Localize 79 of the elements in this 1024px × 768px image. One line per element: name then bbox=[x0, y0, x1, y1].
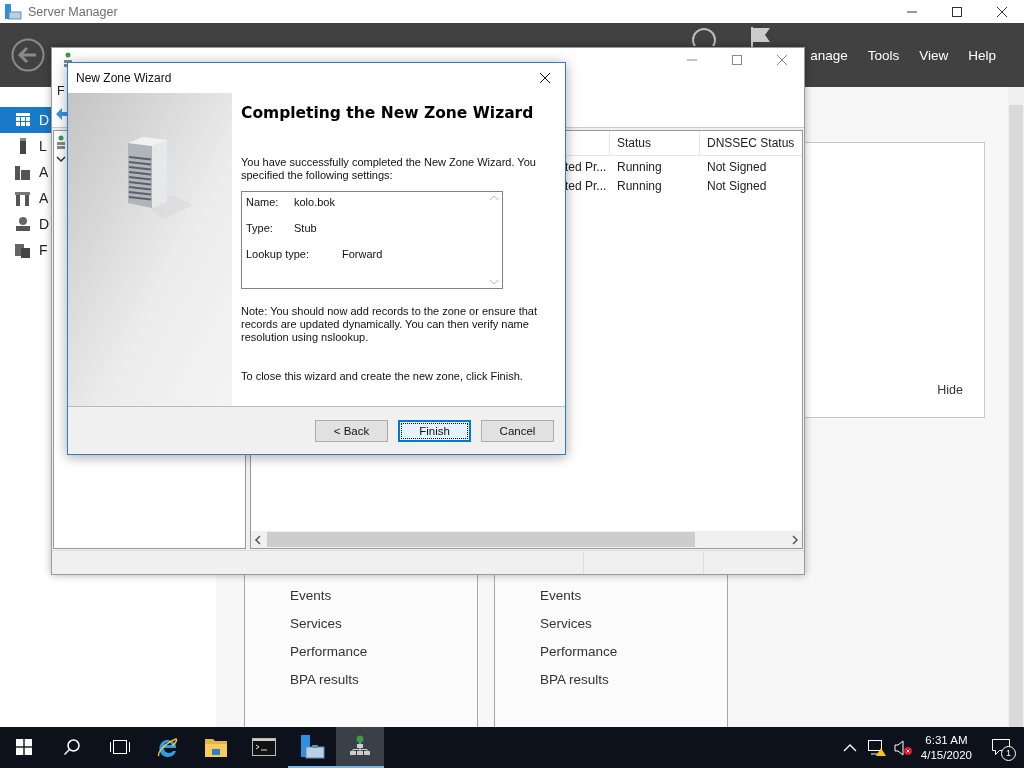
sidebar-item[interactable]: L bbox=[0, 133, 51, 159]
horizontal-scrollbar[interactable] bbox=[251, 531, 802, 548]
network-warning-icon[interactable] bbox=[866, 738, 887, 757]
speech-bubble-icon[interactable] bbox=[991, 738, 1011, 756]
sidebar-icon bbox=[15, 216, 31, 232]
vertical-scrollbar[interactable] bbox=[1008, 87, 1024, 727]
sidebar-item[interactable]: A bbox=[0, 185, 51, 211]
sidebar-item[interactable]: F bbox=[0, 237, 51, 263]
setting-label: Lookup type: bbox=[246, 248, 310, 261]
column-header[interactable]: Status bbox=[609, 131, 699, 155]
sidebar-icon bbox=[15, 242, 31, 258]
menu-item[interactable]: anage bbox=[810, 47, 848, 63]
menu-item[interactable]: Help bbox=[968, 47, 996, 63]
expand-chevron-icon[interactable] bbox=[56, 155, 66, 163]
sidebar-label: D bbox=[39, 216, 50, 232]
table-cell-text: ted Pr... bbox=[564, 178, 608, 195]
close-icon[interactable] bbox=[539, 72, 551, 84]
menu-item[interactable]: Tools bbox=[867, 47, 900, 63]
tile-link[interactable]: BPA results bbox=[290, 671, 477, 689]
tile-link[interactable]: Performance bbox=[290, 643, 477, 661]
dialog-title: New Zone Wizard bbox=[76, 71, 172, 85]
note-text: Note: You should now add records to the zone or ensure that records are updated dynamically. You can then verify name resolution using nslookup. bbox=[241, 305, 538, 344]
taskbar-app[interactable] bbox=[336, 727, 384, 768]
tile-link[interactable]: Services bbox=[290, 615, 477, 633]
task-view-icon[interactable] bbox=[109, 738, 131, 755]
tile-link[interactable]: BPA results bbox=[540, 671, 727, 689]
clock[interactable]: 6:31 AM 4/15/2020 bbox=[912, 732, 980, 763]
sidebar-label: A bbox=[39, 190, 49, 206]
setting-label: Name: bbox=[246, 196, 280, 209]
chevron-up-icon[interactable] bbox=[842, 742, 857, 753]
volume-muted-icon[interactable] bbox=[892, 738, 913, 757]
sidebar-item[interactable]: D bbox=[0, 211, 51, 237]
sidebar-item[interactable]: D bbox=[0, 107, 51, 133]
sidebar-label: A bbox=[39, 164, 49, 180]
tile-link[interactable]: Performance bbox=[540, 643, 727, 661]
table-cell-text: Running bbox=[616, 178, 663, 195]
server-manager-icon bbox=[4, 3, 22, 20]
tile-link[interactable]: Events bbox=[290, 587, 477, 605]
hide-link[interactable]: Hide bbox=[937, 383, 963, 397]
refresh-icon[interactable] bbox=[690, 26, 718, 46]
menu-item[interactable]: View bbox=[919, 47, 949, 63]
clock-time: 6:31 AM bbox=[925, 732, 968, 748]
sidebar-icon bbox=[15, 164, 31, 180]
maximize-icon[interactable] bbox=[950, 5, 963, 18]
tile-link[interactable]: Events bbox=[540, 587, 727, 605]
back-button[interactable] bbox=[11, 38, 45, 72]
setting-value: kolo.bok bbox=[294, 196, 335, 209]
setting-label: Type: bbox=[246, 222, 274, 235]
intro-text: You have successfully completed the New Zone Wizard. You specified the following settings: bbox=[241, 156, 537, 182]
tile-link[interactable]: Services bbox=[540, 615, 727, 633]
column-header[interactable]: DNSSEC Status bbox=[699, 131, 802, 155]
setting-value: Stub bbox=[294, 222, 317, 235]
table-cell-text: Not Signed bbox=[706, 159, 768, 176]
table-cell-text: Running bbox=[616, 159, 663, 176]
server-manager-icon bbox=[299, 733, 325, 760]
sidebar-icon bbox=[15, 112, 31, 128]
finish-instruction: To close this wizard and create the new zone, click Finish. bbox=[241, 370, 524, 382]
sidebar-label: L bbox=[39, 138, 47, 154]
table-cell-text: Not Signed bbox=[706, 178, 768, 195]
close-icon[interactable] bbox=[995, 5, 1008, 18]
search-icon[interactable] bbox=[63, 737, 81, 756]
windows-logo-icon[interactable] bbox=[16, 738, 32, 755]
sidebar-icon bbox=[15, 190, 31, 206]
sidebar-item[interactable]: A bbox=[0, 159, 51, 185]
table-cell-text: ted Pr... bbox=[564, 159, 608, 176]
flag-icon[interactable] bbox=[750, 27, 772, 47]
console-icon bbox=[252, 737, 276, 756]
wizard-heading: Completing the New Zone Wizard bbox=[241, 104, 535, 122]
sidebar-label: D bbox=[39, 112, 50, 128]
dialog-button[interactable]: Finish bbox=[398, 419, 471, 442]
dialog-button[interactable]: Cancel bbox=[481, 419, 554, 442]
clock-date: 4/15/2020 bbox=[920, 747, 972, 763]
dialog-button[interactable]: < Back bbox=[315, 419, 388, 442]
sidebar-label: F bbox=[39, 242, 48, 258]
server-node-icon[interactable] bbox=[56, 135, 66, 149]
notification-count: 1 bbox=[1001, 746, 1016, 761]
menu-item[interactable]: F bbox=[57, 84, 65, 98]
setting-value: Forward bbox=[342, 248, 383, 261]
window-title: Server Manager bbox=[28, 4, 118, 19]
